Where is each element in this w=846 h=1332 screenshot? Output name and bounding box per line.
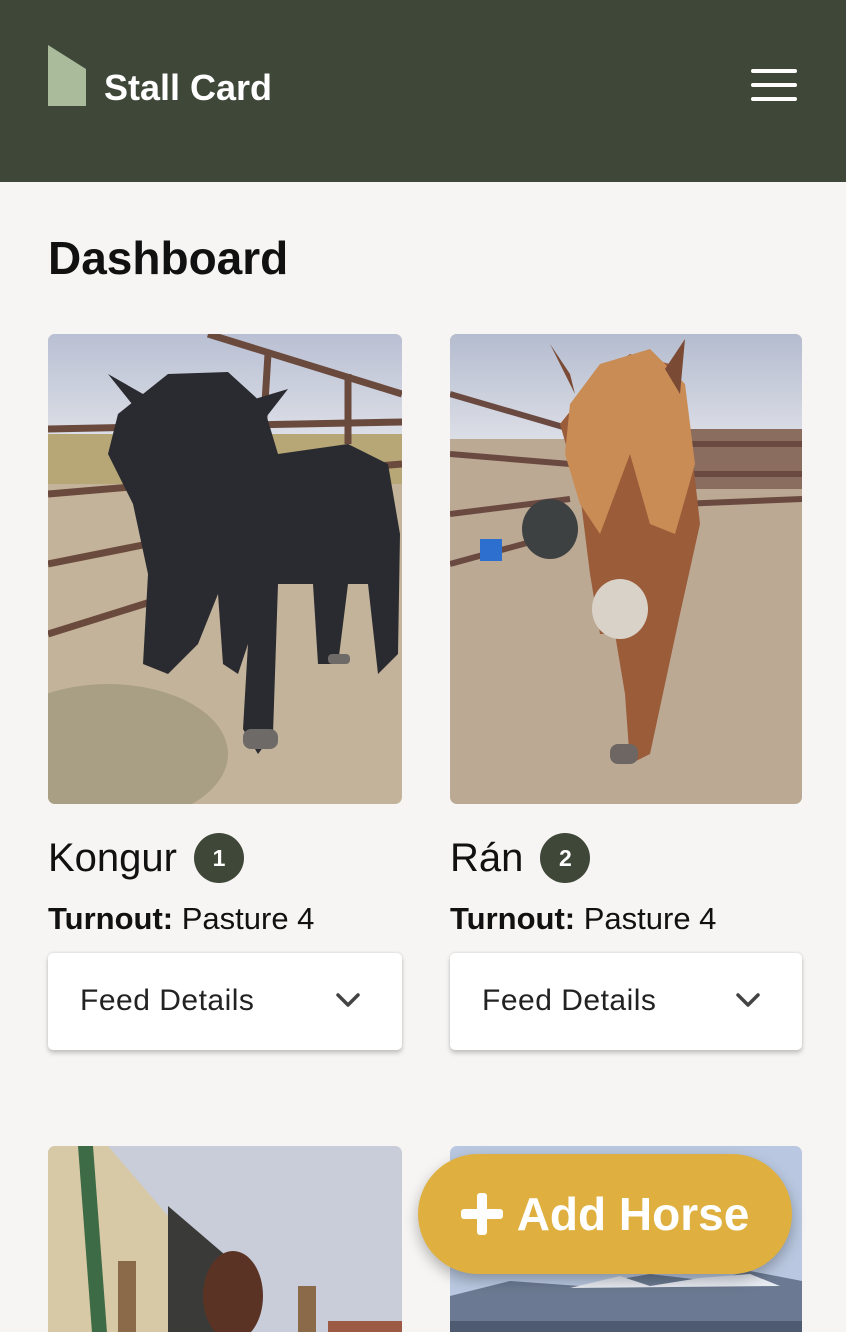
app-header: Stall Card <box>0 0 846 182</box>
plus-icon <box>460 1193 503 1235</box>
horse-photo[interactable] <box>48 334 402 804</box>
horse-photo[interactable] <box>450 334 802 804</box>
turnout-label: Turnout: <box>48 901 174 936</box>
feed-details-label: Feed Details <box>80 984 255 1017</box>
turnout-value: Pasture 4 <box>583 901 717 936</box>
stall-number-badge: 2 <box>540 833 591 883</box>
app-title: Stall Card <box>104 67 273 108</box>
horse-name-row: Kongur 1 <box>48 832 244 884</box>
turnout-label: Turnout: <box>450 901 576 936</box>
stall-number-badge: 1 <box>193 833 244 883</box>
add-horse-label: Add Horse <box>516 1188 750 1240</box>
page-title: Dashboard <box>48 232 289 284</box>
feed-details-label: Feed Details <box>482 984 657 1017</box>
chevron-down-icon <box>336 993 360 1007</box>
horse-photo[interactable] <box>48 1146 402 1332</box>
chevron-down-icon <box>736 993 760 1007</box>
add-horse-button[interactable]: Add Horse <box>418 1154 792 1274</box>
horse-name: Rán <box>450 836 524 880</box>
turnout-value: Pasture 4 <box>181 901 315 936</box>
horse-name: Kongur <box>48 836 177 880</box>
turnout-info: Turnout: Pasture 4 <box>48 899 314 939</box>
feed-details-dropdown[interactable]: Feed Details <box>48 953 402 1050</box>
feed-details-dropdown[interactable]: Feed Details <box>450 953 802 1050</box>
turnout-info: Turnout: Pasture 4 <box>450 899 716 939</box>
horse-card <box>48 1146 402 1332</box>
stall-card-logo-icon <box>48 45 86 106</box>
hamburger-menu-icon[interactable] <box>748 64 800 106</box>
horse-name-row: Rán 2 <box>450 832 591 884</box>
